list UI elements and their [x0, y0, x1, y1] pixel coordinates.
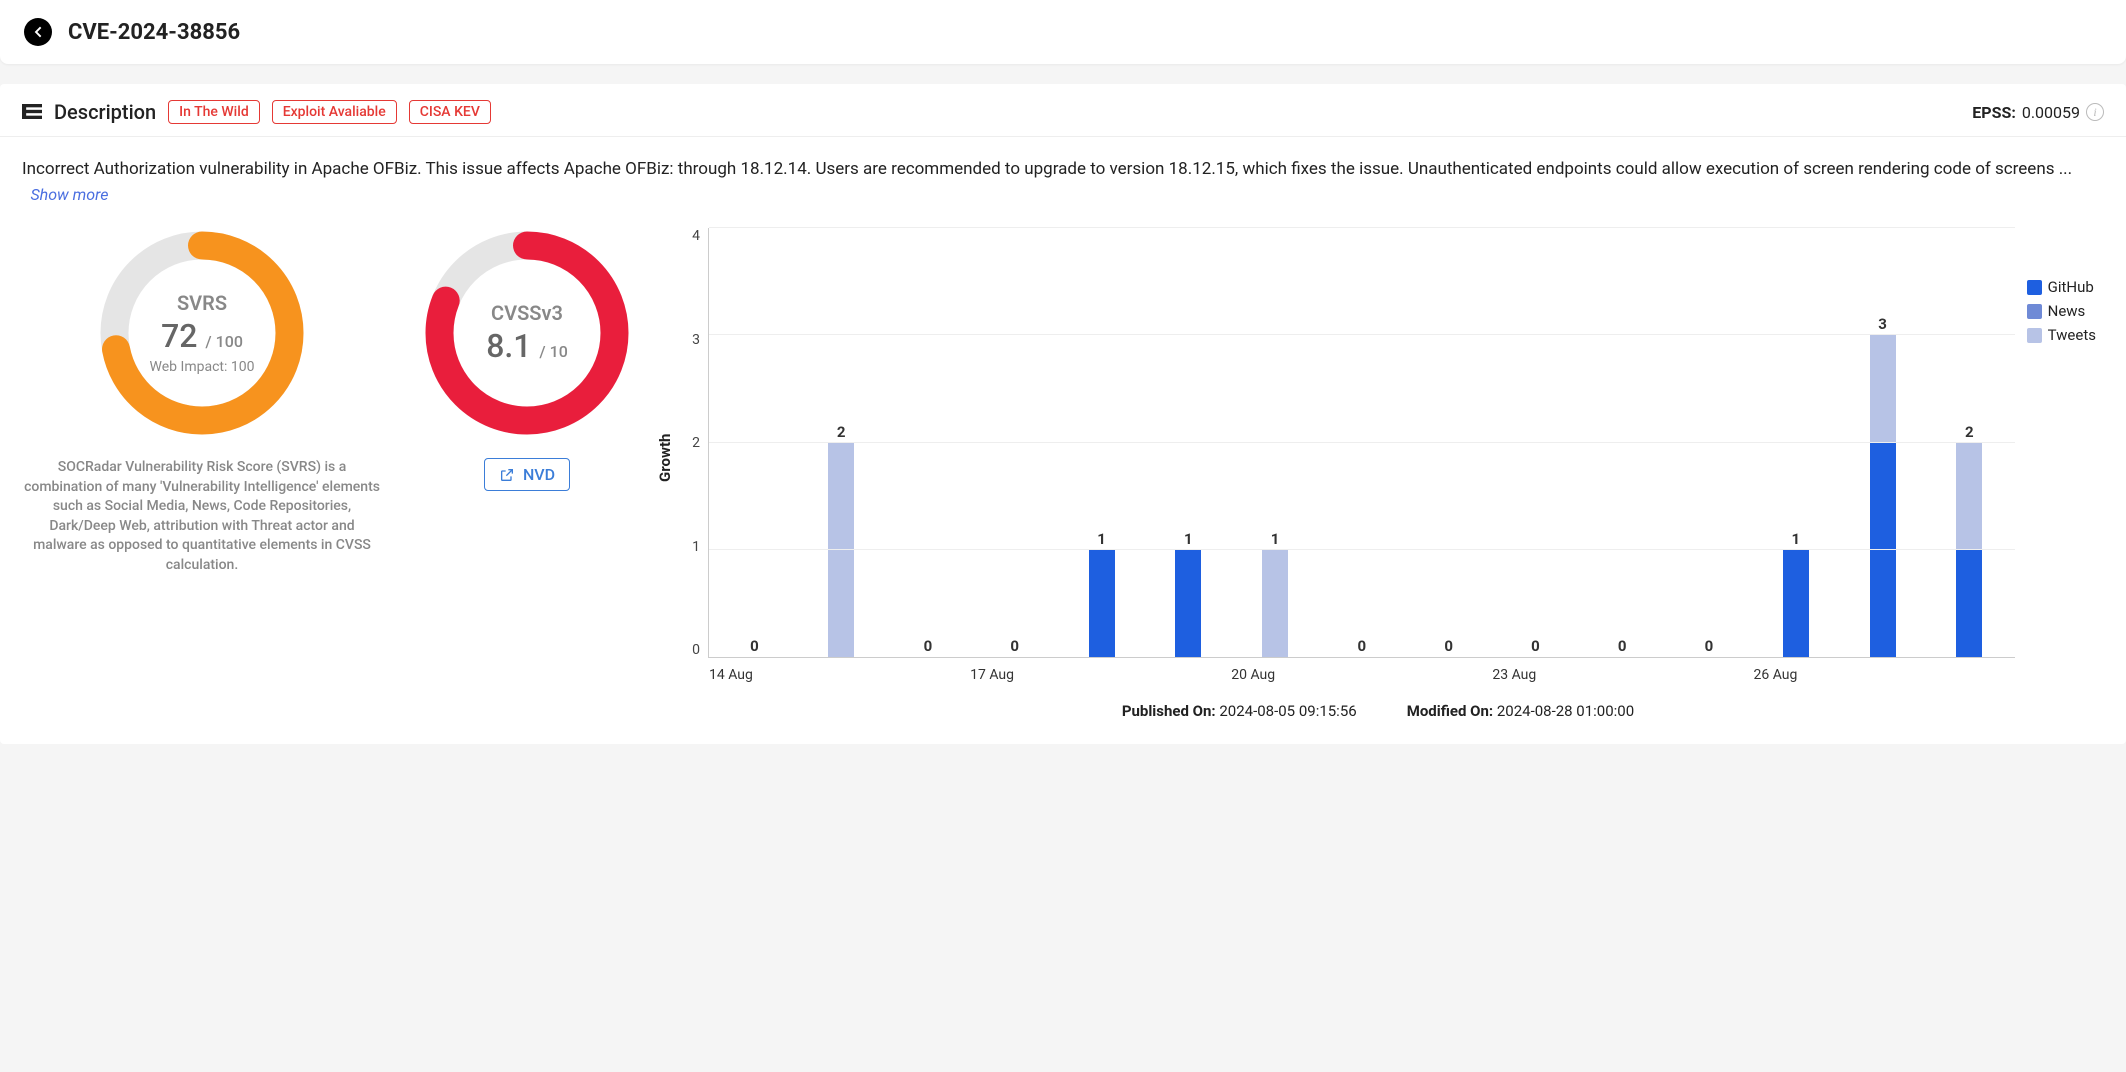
modified-label: Modified On:: [1407, 702, 1493, 720]
bar-slot: 1: [1145, 228, 1232, 657]
section-title: Description: [54, 100, 156, 124]
bar-slot: 0: [885, 228, 972, 657]
bar-value-label: 3: [1878, 315, 1887, 333]
legend-item[interactable]: Tweets: [2027, 326, 2096, 344]
description-header: Description In The Wild Exploit Avaliabl…: [0, 84, 2126, 137]
svrs-gauge-block: SVRS 72 / 100 Web Impact: 100 SOCRadar V…: [22, 228, 382, 724]
badge-cisa-kev: CISA KEV: [409, 100, 491, 124]
cvss-gauge: CVSSv3 8.1 / 10: [422, 228, 632, 438]
epss-value: 0.00059: [2022, 103, 2080, 122]
x-tick: 20 Aug: [1231, 667, 1492, 683]
info-icon[interactable]: i: [2086, 103, 2104, 121]
meta-row: Published On: 2024-08-05 09:15:56 Modifi…: [652, 688, 2104, 724]
growth-chart: Growth 43210 0 2 0 0 1 1 1 0 0 0 0 0 1 3 2 14 Aug17 Au…: [652, 228, 2104, 724]
cvss-max: / 10: [539, 342, 567, 361]
svrs-value: 72: [161, 317, 197, 355]
page-header: CVE-2024-38856: [0, 0, 2126, 64]
bar-value-label: 0: [1531, 637, 1540, 655]
bar-value-label: 0: [1705, 637, 1714, 655]
x-tick: 26 Aug: [1754, 667, 2015, 683]
bar-value-label: 0: [1358, 637, 1367, 655]
bar-slot: 0: [1405, 228, 1492, 657]
bar-slot: 1: [1058, 228, 1145, 657]
svrs-sub: Web Impact: 100: [150, 359, 255, 375]
bar-slot: 1: [1752, 228, 1839, 657]
bar-slot: 2: [798, 228, 885, 657]
bar-slot: 0: [971, 228, 1058, 657]
epss-label: EPSS:: [1972, 103, 2016, 122]
legend-swatch: [2027, 280, 2042, 295]
back-button[interactable]: [24, 18, 52, 46]
nvd-label: NVD: [523, 465, 555, 484]
modified-value: 2024-08-28 01:00:00: [1497, 702, 1634, 720]
bar: [828, 443, 854, 658]
bar: [1870, 335, 1896, 657]
bar-value-label: 2: [837, 423, 846, 441]
bar-slot: 0: [1492, 228, 1579, 657]
nvd-link[interactable]: NVD: [484, 458, 570, 491]
chart-legend: GitHub News Tweets: [2015, 228, 2104, 688]
cvss-label: CVSSv3: [491, 301, 563, 325]
growth-y-label: Growth: [652, 228, 678, 688]
list-icon: [22, 104, 42, 120]
bar-slot: 0: [1318, 228, 1405, 657]
svrs-gauge: SVRS 72 / 100 Web Impact: 100: [97, 228, 307, 438]
bar-value-label: 0: [1010, 637, 1019, 655]
bar-value-label: 1: [1184, 530, 1193, 548]
legend-item[interactable]: News: [2027, 302, 2096, 320]
legend-swatch: [2027, 304, 2042, 319]
bar-value-label: 0: [1444, 637, 1453, 655]
bar: [1783, 550, 1809, 657]
bar-value-label: 1: [1271, 530, 1280, 548]
bar-value-label: 1: [1791, 530, 1800, 548]
x-tick: 14 Aug: [709, 667, 970, 683]
y-axis: 43210: [678, 228, 708, 688]
x-tick: 17 Aug: [970, 667, 1231, 683]
legend-label: News: [2048, 302, 2086, 320]
arrow-left-icon: [30, 24, 46, 40]
page-title: CVE-2024-38856: [68, 20, 240, 45]
bar: [1175, 550, 1201, 657]
badge-in-the-wild: In The Wild: [168, 100, 260, 124]
bar: [1956, 443, 1982, 658]
legend-label: Tweets: [2048, 326, 2096, 344]
bar: [1089, 550, 1115, 657]
bar-slot: 1: [1232, 228, 1319, 657]
bar-value-label: 0: [750, 637, 759, 655]
svrs-label: SVRS: [177, 291, 227, 315]
cvss-gauge-block: CVSSv3 8.1 / 10 NVD: [422, 228, 632, 724]
bar-slot: 0: [1666, 228, 1753, 657]
description-text: Incorrect Authorization vulnerability in…: [0, 137, 2126, 218]
legend-item[interactable]: GitHub: [2027, 278, 2096, 296]
description-content: Incorrect Authorization vulnerability in…: [22, 159, 2072, 179]
description-card: Description In The Wild Exploit Avaliabl…: [0, 84, 2126, 744]
bar-value-label: 0: [924, 637, 933, 655]
legend-swatch: [2027, 328, 2042, 343]
bar-slot: 3: [1839, 228, 1926, 657]
bar-slot: 0: [711, 228, 798, 657]
badge-exploit-available: Exploit Avaliable: [272, 100, 397, 124]
svrs-max: / 100: [205, 332, 243, 351]
bar-value-label: 0: [1618, 637, 1627, 655]
published-label: Published On:: [1122, 702, 1216, 720]
x-tick: 23 Aug: [1492, 667, 1753, 683]
external-link-icon: [499, 467, 515, 483]
bar-value-label: 2: [1965, 423, 1974, 441]
show-more-link[interactable]: Show more: [30, 185, 108, 204]
bar-slot: 0: [1579, 228, 1666, 657]
published-value: 2024-08-05 09:15:56: [1219, 702, 1356, 720]
chart-plot: 020011100000132 14 Aug17 Aug20 Aug23 Aug…: [708, 228, 2015, 658]
bar: [1262, 550, 1288, 657]
cvss-value: 8.1: [486, 327, 531, 365]
bar-value-label: 1: [1097, 530, 1106, 548]
legend-label: GitHub: [2048, 278, 2094, 296]
bar-slot: 2: [1926, 228, 2013, 657]
svrs-caption: SOCRadar Vulnerability Risk Score (SVRS)…: [22, 458, 382, 576]
